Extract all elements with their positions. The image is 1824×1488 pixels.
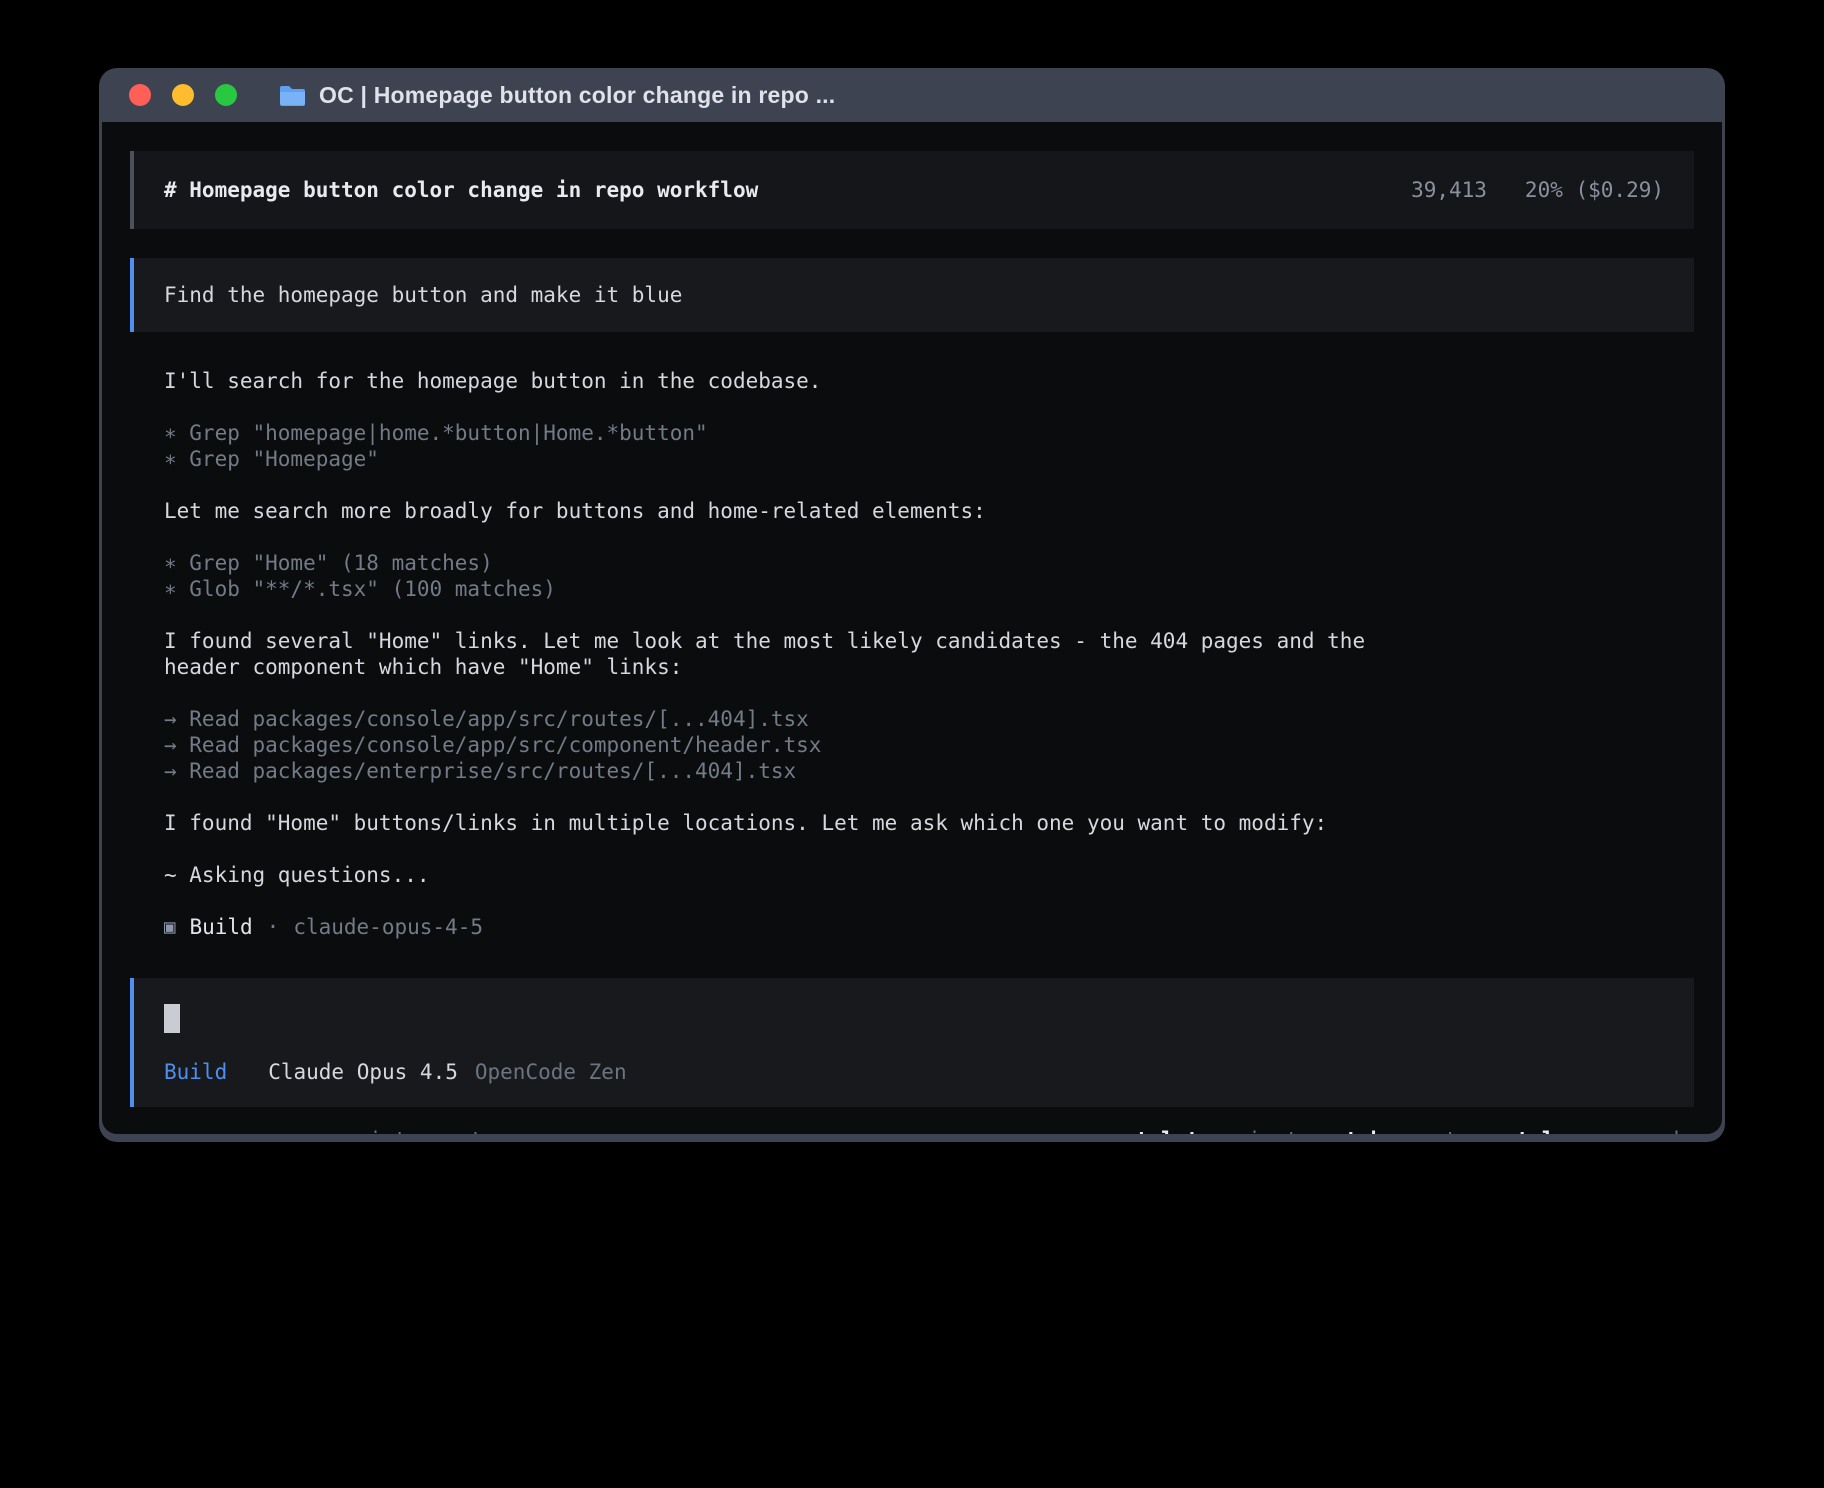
- agent-status: ▣ Build · claude-opus-4-5: [164, 914, 1692, 940]
- agent-name: Build: [189, 914, 252, 940]
- status-bar: esc interrupt ctrl+t variants tab agents…: [130, 1107, 1694, 1134]
- agents-label: agents: [1394, 1127, 1470, 1134]
- hint-commands: ctrl+p commands: [1504, 1127, 1692, 1134]
- titlebar: OC | Homepage button color change in rep…: [99, 68, 1725, 122]
- token-count: 39,413: [1411, 177, 1487, 203]
- traffic-lights: [129, 84, 237, 106]
- user-message-text: Find the homepage button and make it blu…: [164, 283, 682, 307]
- hint-interrupt: esc interrupt: [320, 1127, 483, 1134]
- asking-questions-status: ~ Asking questions...: [164, 862, 1692, 888]
- agent-icon: ▣: [164, 914, 175, 940]
- window-title: OC | Homepage button color change in rep…: [319, 82, 835, 109]
- close-button[interactable]: [129, 84, 151, 106]
- agent-model: claude-opus-4-5: [293, 914, 483, 940]
- commands-label: commands: [1591, 1127, 1692, 1134]
- transcript: I'll search for the homepage button in t…: [130, 332, 1694, 940]
- text-cursor: [164, 1004, 180, 1033]
- tool-call-glob: ∗ Glob "**/*.tsx" (100 matches): [164, 576, 1692, 602]
- folder-icon: [279, 84, 306, 106]
- esc-key: esc: [320, 1127, 358, 1134]
- tool-call-grep: ∗ Grep "homepage|home.*button|Home.*butt…: [164, 420, 1692, 446]
- variants-label: variants: [1210, 1127, 1311, 1134]
- tool-call-read: → Read packages/enterprise/src/routes/[.…: [164, 758, 1692, 784]
- session-header: # Homepage button color change in repo w…: [130, 151, 1694, 229]
- title-group: OC | Homepage button color change in rep…: [279, 82, 835, 109]
- agent-separator: ·: [267, 914, 280, 940]
- assistant-text: Let me search more broadly for buttons a…: [164, 498, 1692, 524]
- assistant-text: I'll search for the homepage button in t…: [164, 368, 1692, 394]
- ctrl-p-key: ctrl+p: [1504, 1127, 1580, 1134]
- terminal-content: # Homepage button color change in repo w…: [102, 122, 1722, 1134]
- hint-variants: ctrl+t variants: [1123, 1127, 1311, 1134]
- context-usage: 20% ($0.29): [1525, 177, 1664, 203]
- tab-key: tab: [1345, 1127, 1383, 1134]
- hint-agents: tab agents: [1345, 1127, 1470, 1134]
- zoom-button[interactable]: [215, 84, 237, 106]
- session-stats: 39,413 20% ($0.29): [1411, 177, 1664, 203]
- input-meta: Build Claude Opus 4.5 OpenCode Zen: [164, 1059, 1664, 1085]
- prompt-input[interactable]: Build Claude Opus 4.5 OpenCode Zen: [130, 978, 1694, 1107]
- minimize-button[interactable]: [172, 84, 194, 106]
- status-bar-right: ctrl+t variants tab agents ctrl+p comman…: [1123, 1127, 1692, 1134]
- tool-call-grep: ∗ Grep "Homepage": [164, 446, 1692, 472]
- input-provider: OpenCode Zen: [475, 1059, 627, 1085]
- assistant-text: I found several "Home" links. Let me loo…: [164, 628, 1409, 680]
- tool-call-read: → Read packages/console/app/src/componen…: [164, 732, 1692, 758]
- user-message: Find the homepage button and make it blu…: [130, 258, 1694, 332]
- session-title: # Homepage button color change in repo w…: [164, 177, 758, 203]
- terminal-window: OC | Homepage button color change in rep…: [99, 68, 1725, 1142]
- tool-call-read: → Read packages/console/app/src/routes/[…: [164, 706, 1692, 732]
- tool-call-grep: ∗ Grep "Home" (18 matches): [164, 550, 1692, 576]
- ctrl-t-key: ctrl+t: [1123, 1127, 1199, 1134]
- status-bar-left: esc interrupt: [132, 1127, 483, 1134]
- interrupt-label: interrupt: [369, 1127, 483, 1134]
- input-agent-mode: Build: [164, 1059, 227, 1085]
- assistant-text: I found "Home" buttons/links in multiple…: [164, 810, 1692, 836]
- input-model: Claude Opus 4.5: [268, 1059, 458, 1085]
